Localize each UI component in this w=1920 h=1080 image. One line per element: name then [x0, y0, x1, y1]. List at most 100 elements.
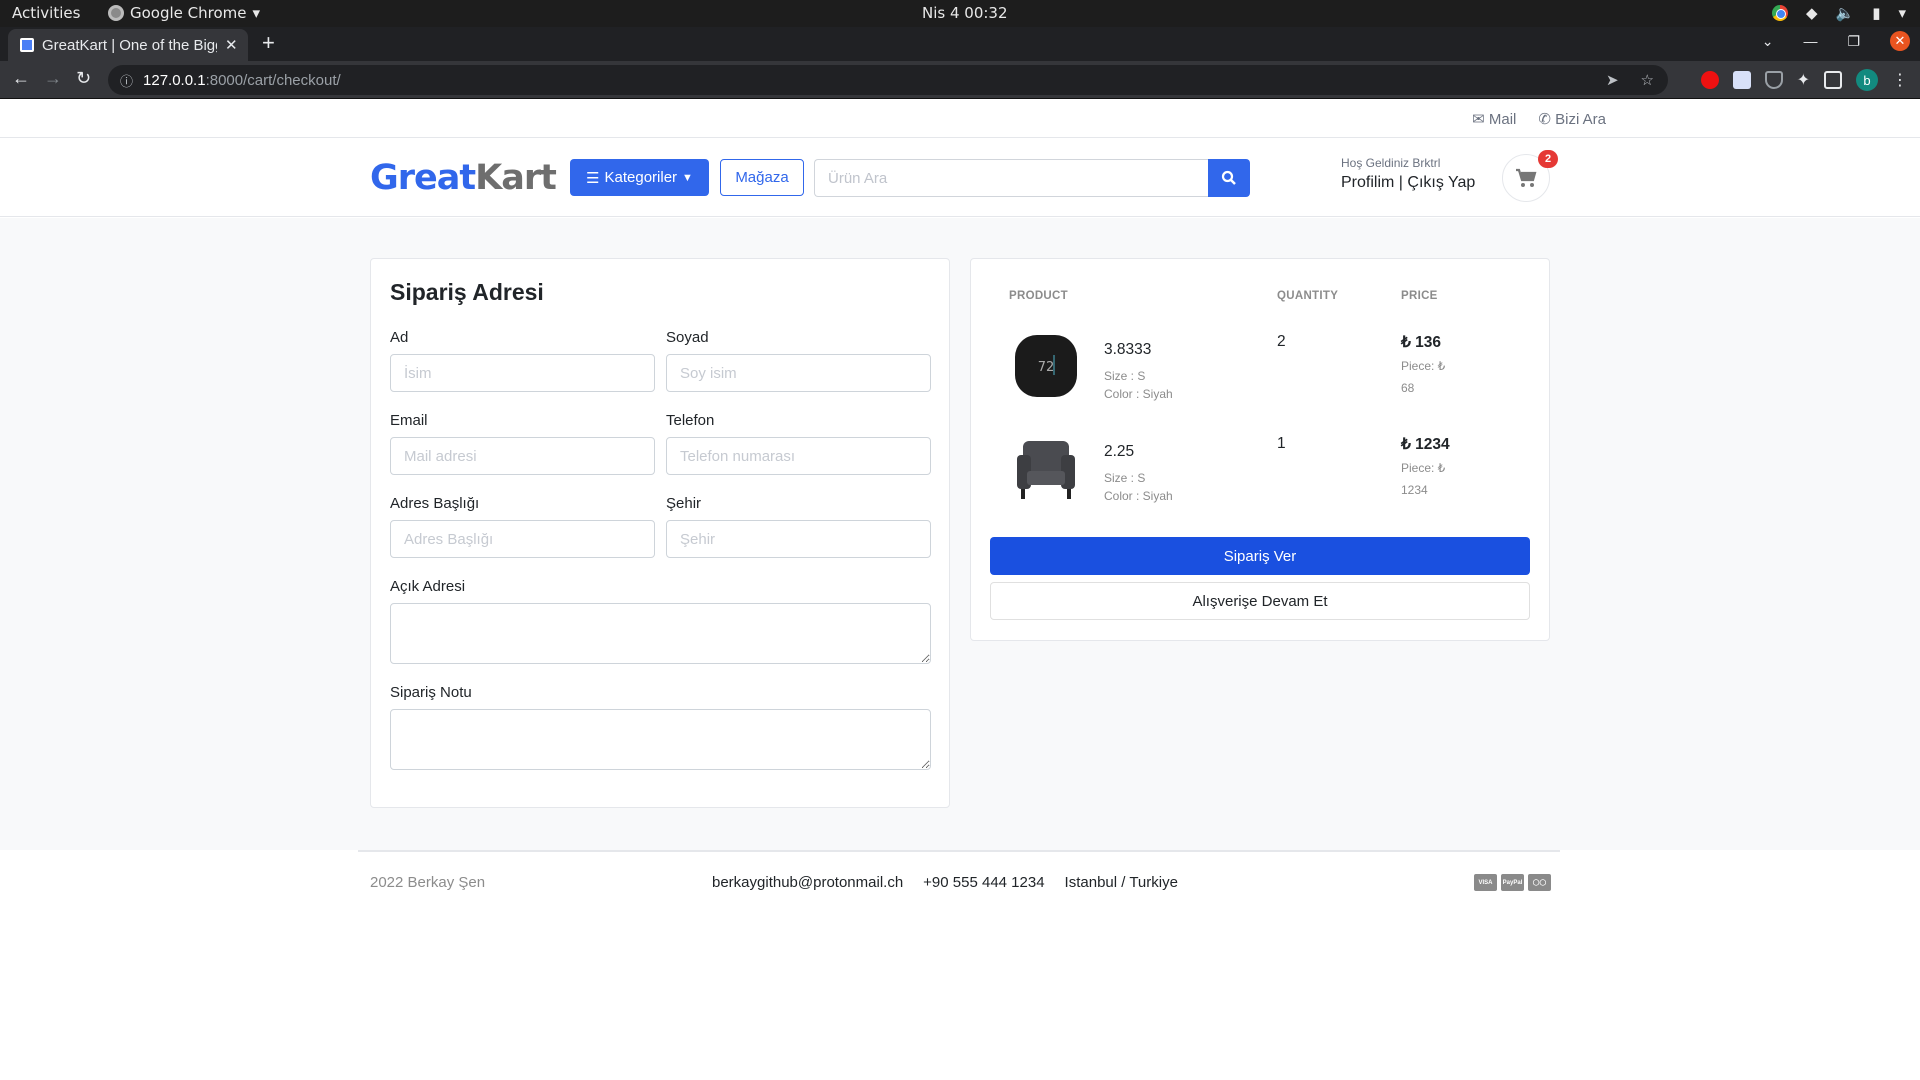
new-tab-icon[interactable]: + — [262, 30, 275, 56]
browser-tab[interactable]: GreatKart | One of the Biggest Online Sh… — [8, 29, 248, 61]
tab-search-icon[interactable]: ⌄ — [1762, 33, 1774, 50]
url-path: :8000/cart/checkout/ — [205, 71, 341, 89]
web-page: ✉ Mail ✆ Bizi Ara GreatKart ☰ Kategorile… — [0, 100, 1920, 1080]
side-panel-icon[interactable] — [1824, 71, 1842, 89]
os-top-bar: Activities Google Chrome ▾ Nis 4 00:32 ◆… — [0, 0, 1920, 27]
clock[interactable]: Nis 4 00:32 — [922, 4, 1008, 22]
restore-icon[interactable]: ❐ — [1847, 33, 1860, 50]
extension-icon[interactable] — [1732, 71, 1751, 89]
phone-label: Telefon — [666, 412, 715, 429]
column-header-quantity: QUANTITY — [1277, 290, 1339, 302]
caret-down-icon: ▾ — [1898, 4, 1906, 22]
profile-link[interactable]: Profilim — [1341, 174, 1394, 191]
battery-icon: ▮ — [1872, 4, 1881, 22]
address-title-group: Adres Başlığı — [390, 495, 655, 558]
footer-phone: +90 555 444 1234 — [923, 874, 1045, 891]
first-name-group: Ad — [390, 329, 655, 392]
close-tab-icon[interactable]: ✕ — [225, 36, 238, 54]
city-input[interactable] — [666, 520, 931, 558]
system-tray[interactable]: ◆ 🔈 ▮ ▾ — [1771, 4, 1906, 22]
order-summary-card: PRODUCT QUANTITY PRICE 72 3.8333 Size : … — [970, 258, 1550, 641]
bookmark-star-icon[interactable]: ☆ — [1641, 71, 1654, 89]
continue-shopping-button[interactable]: Alışverişe Devam Et — [990, 582, 1530, 620]
full-address-label: Açık Adresi — [390, 578, 466, 595]
url-host: 127.0.0.1 — [143, 71, 206, 89]
footer-email: berkaygithub@protonmail.ch — [712, 874, 904, 891]
tab-strip: GreatKart | One of the Biggest Online Sh… — [0, 27, 1920, 61]
profile-avatar[interactable]: b — [1856, 69, 1878, 91]
logo[interactable]: GreatKart — [370, 158, 557, 198]
activities-button[interactable]: Activities — [12, 4, 80, 22]
first-name-label: Ad — [390, 329, 409, 346]
app-menu[interactable]: Google Chrome ▾ — [108, 4, 260, 22]
svg-text:72: 72 — [1038, 360, 1055, 375]
adblock-extension-icon[interactable] — [1700, 71, 1719, 89]
volume-icon: 🔈 — [1835, 4, 1855, 22]
piece-price-label: Piece: ₺ — [1401, 461, 1446, 475]
mail-link[interactable]: ✉ Mail — [1472, 110, 1516, 128]
full-address-textarea[interactable] — [390, 603, 931, 664]
minimize-icon[interactable]: — — [1803, 33, 1817, 49]
product-image-thermostat[interactable]: 72 — [1011, 331, 1081, 401]
send-icon[interactable]: ➤ — [1606, 71, 1619, 89]
logo-great: Great — [370, 158, 476, 198]
window-controls: ⌄ — ❐ ✕ — [1762, 31, 1910, 51]
product-total-price: ₺ 1234 — [1401, 436, 1450, 453]
logo-kart: Kart — [475, 158, 557, 198]
call-link[interactable]: ✆ Bizi Ara — [1538, 110, 1606, 128]
phone-input[interactable] — [666, 437, 931, 475]
close-window-icon[interactable]: ✕ — [1890, 31, 1910, 51]
welcome-text: Hoş Geldiniz Brktrl — [1341, 156, 1441, 170]
product-size: Size : S — [1104, 369, 1146, 383]
store-button[interactable]: Mağaza — [720, 159, 804, 196]
address-bar[interactable]: ⓘ 127.0.0.1:8000/cart/checkout/ ➤ ☆ — [108, 65, 1668, 95]
order-note-textarea[interactable] — [390, 709, 931, 770]
phone-icon: ✆ — [1538, 111, 1551, 128]
address-form-card: Sipariş Adresi Ad Soyad Email Telefon Ad… — [370, 258, 950, 808]
cart-count-badge: 2 — [1538, 150, 1558, 168]
cart-item-row: 72 3.8333 Size : S Color : Siyah 2 ₺ 136… — [971, 331, 1551, 431]
product-name[interactable]: 2.25 — [1104, 443, 1134, 461]
product-quantity: 1 — [1277, 435, 1286, 452]
favicon-icon — [20, 38, 34, 52]
first-name-input[interactable] — [390, 354, 655, 392]
bars-icon: ☰ — [586, 169, 600, 187]
top-strip: ✉ Mail ✆ Bizi Ara — [0, 100, 1920, 138]
product-name[interactable]: 3.8333 — [1104, 341, 1151, 359]
site-footer: 2022 Berkay Şen berkaygithub@protonmail.… — [0, 850, 1920, 1080]
mail-label: Mail — [1488, 111, 1517, 128]
extensions-area: ✦ b ⋮ — [1700, 69, 1908, 91]
product-total-price: ₺ 136 — [1401, 334, 1442, 351]
product-color: Color : Siyah — [1104, 489, 1173, 503]
wifi-icon: ◆ — [1805, 4, 1818, 22]
search-input[interactable] — [814, 159, 1208, 197]
forward-icon[interactable]: → — [44, 68, 62, 89]
shield-extension-icon[interactable] — [1764, 71, 1783, 89]
chrome-app-icon — [108, 5, 124, 21]
email-input[interactable] — [390, 437, 655, 475]
caret-down-icon: ▼ — [682, 171, 693, 184]
puzzle-extensions-icon[interactable]: ✦ — [1797, 70, 1810, 90]
address-title-input[interactable] — [390, 520, 655, 558]
reload-icon[interactable]: ↻ — [76, 68, 91, 89]
paypal-icon: PayPal — [1501, 874, 1524, 891]
address-title-label: Adres Başlığı — [390, 495, 480, 512]
product-quantity: 2 — [1277, 333, 1286, 350]
product-image-armchair[interactable] — [1011, 433, 1081, 503]
logout-link[interactable]: Çıkış Yap — [1407, 174, 1475, 191]
place-order-button[interactable]: Sipariş Ver — [990, 537, 1530, 575]
search-button[interactable] — [1208, 159, 1250, 197]
phone-group: Telefon — [666, 412, 931, 475]
back-icon[interactable]: ← — [12, 68, 30, 89]
order-note-label: Sipariş Notu — [390, 684, 472, 701]
search-form — [814, 159, 1250, 197]
menu-kebab-icon[interactable]: ⋮ — [1892, 70, 1908, 90]
city-group: Şehir — [666, 495, 931, 558]
city-label: Şehir — [666, 495, 702, 512]
site-info-icon[interactable]: ⓘ — [120, 71, 133, 90]
tab-title: GreatKart | One of the Biggest Online Sh… — [42, 36, 217, 54]
piece-price-value: 1234 — [1401, 483, 1428, 497]
categories-dropdown-button[interactable]: ☰ Kategoriler ▼ — [570, 159, 709, 196]
call-label: Bizi Ara — [1555, 111, 1606, 128]
last-name-input[interactable] — [666, 354, 931, 392]
